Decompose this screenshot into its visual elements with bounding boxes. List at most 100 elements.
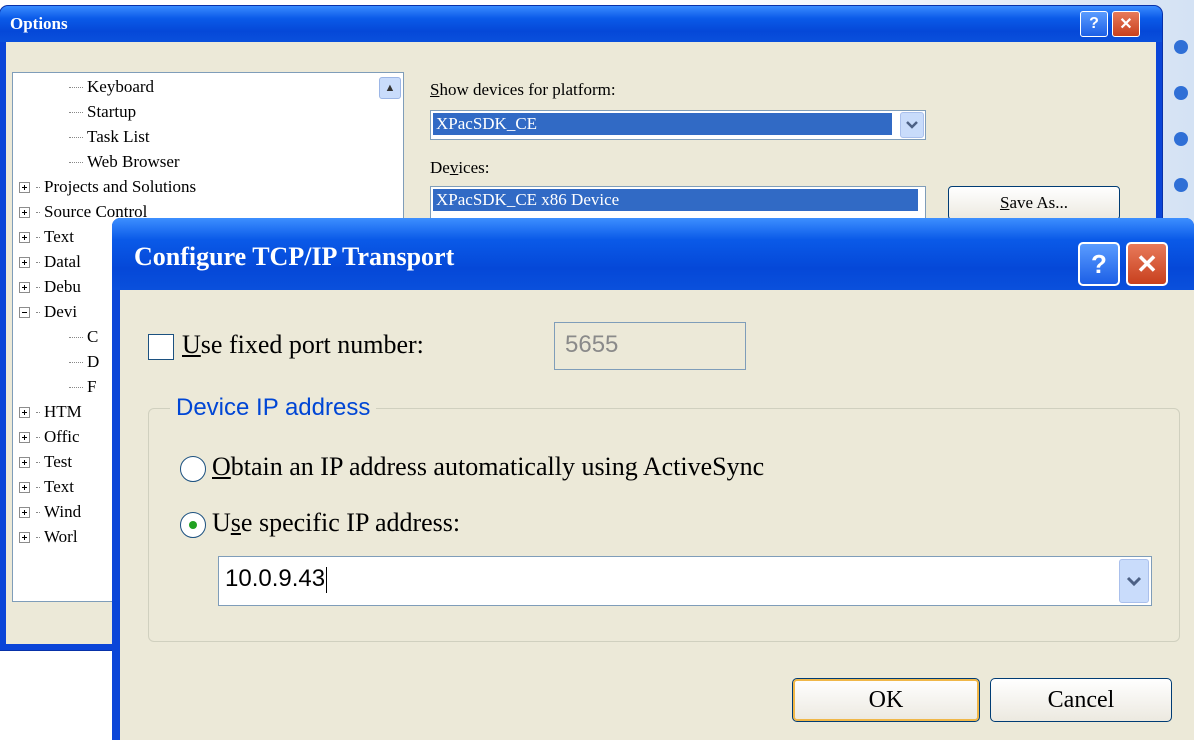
tcp-title: Configure TCP/IP Transport — [134, 242, 455, 271]
tree-item-label: Wind — [44, 502, 82, 521]
options-help-button[interactable]: ? — [1080, 11, 1108, 37]
cancel-button[interactable]: Cancel — [990, 678, 1172, 722]
tree-connector — [69, 336, 83, 338]
tree-item[interactable]: Test — [19, 450, 72, 474]
expand-icon[interactable] — [19, 181, 30, 193]
tree-connector — [36, 486, 40, 488]
port-number-input[interactable]: 5655 — [554, 322, 746, 370]
tree-item[interactable]: Text — [19, 225, 74, 249]
tree-connector — [36, 261, 40, 263]
expand-icon[interactable] — [19, 406, 30, 418]
tree-connector — [36, 461, 40, 463]
devices-label: Devices: — [430, 158, 490, 177]
tree-item-label: HTM — [44, 402, 82, 421]
help-icon: ? — [1091, 248, 1107, 279]
expand-icon[interactable] — [19, 206, 30, 218]
close-icon: ✕ — [1119, 16, 1133, 33]
tree-connector — [36, 536, 40, 538]
tree-item[interactable]: Startup — [69, 100, 136, 124]
tree-item-label: F — [87, 377, 97, 396]
tree-item[interactable]: Debu — [19, 275, 81, 299]
tree-connector — [36, 286, 40, 288]
device-ip-group-label: Device IP address — [170, 394, 377, 422]
ok-button[interactable]: OK — [792, 678, 980, 722]
scroll-up-button[interactable]: ▲ — [379, 77, 401, 99]
chevron-down-icon[interactable] — [1119, 559, 1149, 603]
options-title-bar[interactable]: Options ? ✕ — [0, 6, 1162, 42]
tree-item-label: Worl — [44, 527, 78, 546]
tree-connector — [36, 511, 40, 513]
tree-item-label: Datal — [44, 252, 81, 271]
tree-item-label: D — [87, 352, 100, 371]
obtain-ip-label[interactable]: Obtain an IP address automatically using… — [212, 452, 764, 482]
expand-icon[interactable] — [19, 256, 30, 268]
tree-item-label: Devi — [44, 302, 78, 321]
expand-icon[interactable] — [19, 531, 30, 543]
tree-item[interactable]: Datal — [19, 250, 81, 274]
tree-item[interactable]: Text — [19, 475, 74, 499]
expand-icon[interactable] — [19, 481, 30, 493]
tree-item[interactable]: Keyboard — [69, 75, 154, 99]
tcp-close-button[interactable]: ✕ — [1126, 242, 1168, 286]
tree-item-label: Text — [44, 477, 74, 496]
tcp-title-bar[interactable]: Configure TCP/IP Transport ? ✕ — [112, 218, 1194, 290]
tree-connector — [36, 186, 40, 188]
tree-connector — [69, 86, 83, 88]
tree-item-label: Debu — [44, 277, 81, 296]
tcp-help-button[interactable]: ? — [1078, 242, 1120, 286]
expand-icon[interactable] — [19, 456, 30, 468]
fixed-port-label[interactable]: Use fixed port number: — [182, 330, 424, 360]
tree-connector — [69, 161, 83, 163]
obtain-ip-radio[interactable] — [180, 456, 206, 482]
specific-ip-radio[interactable] — [180, 512, 206, 538]
chevron-up-icon: ▲ — [384, 82, 396, 94]
tree-item-label: Startup — [87, 102, 137, 121]
tree-item[interactable]: D — [69, 350, 99, 374]
tree-item[interactable]: HTM — [19, 400, 82, 424]
fixed-port-checkbox[interactable] — [148, 334, 174, 360]
tree-item-label: Text — [44, 227, 74, 246]
device-selected-item[interactable]: XPacSDK_CE x86 Device — [433, 189, 918, 211]
tree-item[interactable]: Offic — [19, 425, 80, 449]
tree-item[interactable]: Task List — [69, 125, 150, 149]
tree-connector — [69, 111, 83, 113]
tree-connector — [69, 361, 83, 363]
collapse-icon[interactable] — [19, 306, 30, 318]
expand-icon[interactable] — [19, 231, 30, 243]
options-title: Options — [10, 14, 68, 33]
tree-item[interactable]: Worl — [19, 525, 78, 549]
expand-icon[interactable] — [19, 281, 30, 293]
expand-icon[interactable] — [19, 431, 30, 443]
tree-item[interactable]: F — [69, 375, 96, 399]
tree-item[interactable]: Web Browser — [69, 150, 180, 174]
tcp-dialog: Configure TCP/IP Transport ? ✕ Use fixed… — [112, 218, 1194, 740]
tree-item-label: Keyboard — [87, 77, 155, 96]
chevron-down-icon[interactable] — [900, 112, 924, 138]
tree-item-label: Offic — [44, 427, 80, 446]
close-icon: ✕ — [1136, 248, 1158, 279]
tree-item-label: Web Browser — [87, 152, 180, 171]
tree-item[interactable]: Wind — [19, 500, 81, 524]
tcp-body: Use fixed port number: 5655 Device IP ad… — [120, 290, 1194, 740]
ip-address-value: 10.0.9.43 — [225, 565, 326, 592]
tree-connector — [36, 211, 40, 213]
save-as-button[interactable]: Save As... — [948, 186, 1120, 220]
platform-label: Show devices for platform: — [430, 80, 616, 99]
platform-select[interactable]: XPacSDK_CE — [430, 110, 926, 140]
specific-ip-label[interactable]: Use specific IP address: — [212, 508, 460, 538]
options-close-button[interactable]: ✕ — [1112, 11, 1140, 37]
tree-item[interactable]: Devi — [19, 300, 77, 324]
tree-item-label: Projects and Solutions — [44, 177, 197, 196]
tree-connector — [36, 436, 40, 438]
tree-item-label: Task List — [87, 127, 150, 146]
tree-item[interactable]: C — [69, 325, 98, 349]
text-caret — [326, 566, 328, 593]
tree-item[interactable]: Projects and Solutions — [19, 175, 196, 199]
expand-icon[interactable] — [19, 506, 30, 518]
tree-connector — [36, 236, 40, 238]
tree-item-label: Test — [44, 452, 73, 471]
tree-connector — [69, 136, 83, 138]
tree-connector — [36, 411, 40, 413]
ip-address-combo[interactable]: 10.0.9.43 — [218, 556, 1152, 606]
platform-value: XPacSDK_CE — [433, 113, 892, 135]
